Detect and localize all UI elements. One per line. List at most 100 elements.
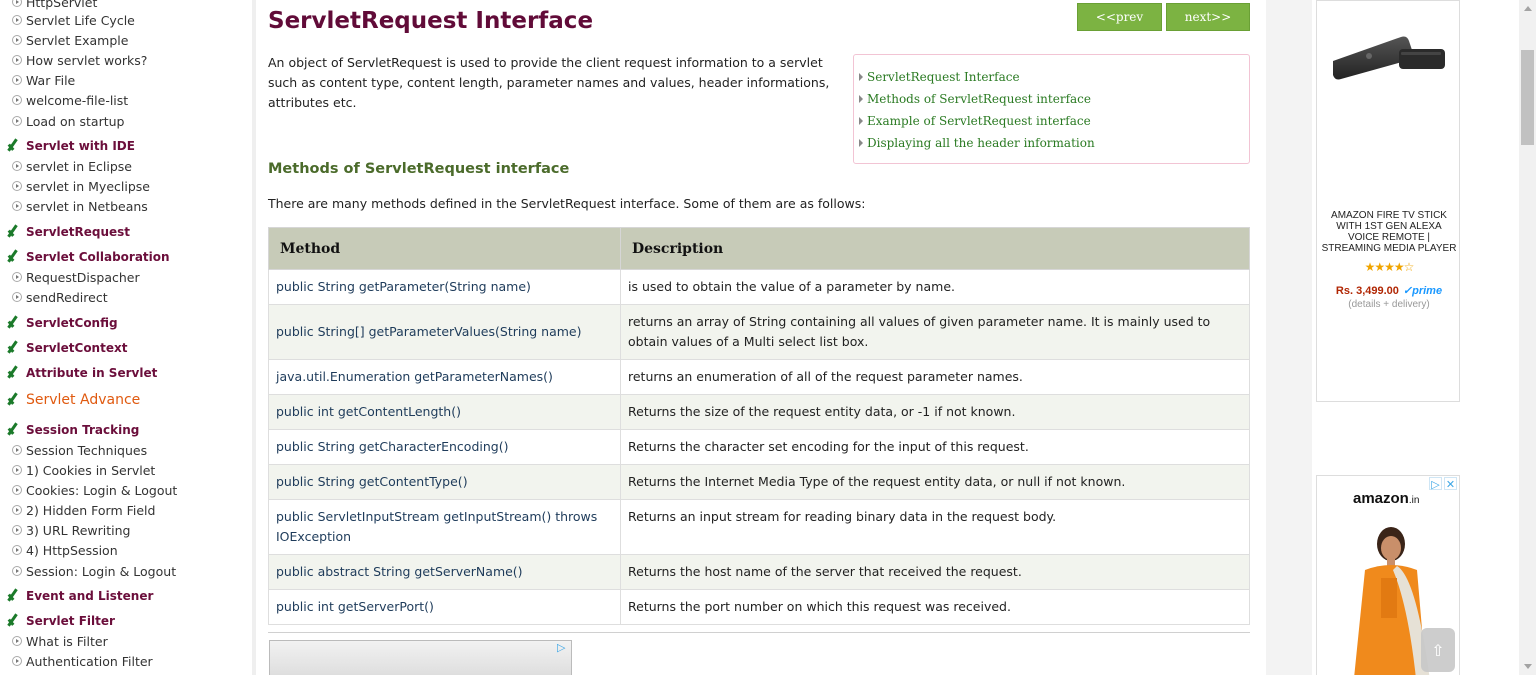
- sidebar-item-how-servlet-works[interactable]: How servlet works?: [12, 50, 147, 70]
- sidebar-item-servlet-with-ide[interactable]: Servlet with IDE: [5, 136, 135, 156]
- sidebar-item-label: Attribute in Servlet: [26, 366, 158, 380]
- sidebar-item-2-hidden-form-field[interactable]: 2) Hidden Form Field: [12, 500, 155, 520]
- sidebar-item-label: What is Filter: [26, 633, 108, 649]
- sidebar-item-servletrequest[interactable]: ServletRequest: [5, 222, 130, 242]
- ad-banner[interactable]: ▷: [269, 640, 572, 675]
- expand-bullet-icon: [12, 95, 22, 105]
- sidebar-item-servletcontext[interactable]: ServletContext: [5, 338, 127, 358]
- scrollbar[interactable]: [1519, 0, 1536, 675]
- price-row: Rs. 3,499.00 ✓prime: [1317, 284, 1461, 297]
- sidebar-item-servlet-collaboration[interactable]: Servlet Collaboration: [5, 247, 170, 267]
- sidebar-item-session-tracking[interactable]: Session Tracking: [5, 420, 139, 440]
- scroll-to-top-icon[interactable]: ⇧: [1421, 628, 1455, 672]
- close-icon[interactable]: ✕: [1444, 477, 1457, 491]
- sidebar-item-servlet-example[interactable]: Servlet Example: [12, 30, 128, 50]
- sidebar-item-label: sendRedirect: [26, 289, 108, 305]
- toc-item-label: ServletRequest Interface: [867, 70, 1020, 84]
- triangle-right-icon: [859, 95, 863, 103]
- amazon-logo-text: amazon: [1353, 490, 1409, 507]
- sidebar-item-requestdispacher[interactable]: RequestDispacher: [12, 267, 140, 287]
- expand-bullet-icon: [12, 566, 22, 576]
- triangle-right-icon: [859, 117, 863, 125]
- sidebar-item-label: War File: [26, 72, 76, 88]
- prime-badge: ✓prime: [1402, 285, 1443, 297]
- sidebar-item-label: Servlet Example: [26, 32, 129, 48]
- sidebar-item-label: ServletConfig: [26, 316, 118, 330]
- toc-item-label: Methods of ServletRequest interface: [867, 92, 1091, 106]
- divider: [268, 632, 1250, 633]
- checkmark-icon: [5, 368, 19, 378]
- sidebar-item-servlet-advance[interactable]: Servlet Advance: [5, 390, 140, 410]
- sidebar-item-session-techniques[interactable]: Session Techniques: [12, 440, 147, 460]
- sidebar-item-welcome-file-list[interactable]: welcome-file-list: [12, 90, 128, 110]
- sidebar-item-servlet-life-cycle[interactable]: Servlet Life Cycle: [12, 10, 135, 30]
- sidebar-item-label: Servlet with IDE: [26, 139, 135, 153]
- sidebar-item-label: Load on startup: [26, 113, 125, 129]
- section-heading: Methods of ServletRequest interface: [268, 161, 570, 177]
- sidebar-item-label: Servlet Advance: [26, 392, 141, 408]
- adchoices-icon[interactable]: ▷: [557, 642, 569, 654]
- sidebar-item-servlet-in-eclipse[interactable]: servlet in Eclipse: [12, 156, 132, 176]
- toc-item[interactable]: Example of ServletRequest interface: [854, 110, 1249, 132]
- scroll-down-arrow-icon[interactable]: [1519, 658, 1536, 675]
- sidebar-item-war-file[interactable]: War File: [12, 70, 75, 90]
- sidebar-item-4-httpsession[interactable]: 4) HttpSession: [12, 540, 118, 560]
- sidebar-item-1-cookies-in-servlet[interactable]: 1) Cookies in Servlet: [12, 460, 155, 480]
- expand-bullet-icon: [12, 35, 22, 45]
- column-header-method: Method: [268, 227, 621, 270]
- toc-item[interactable]: Methods of ServletRequest interface: [854, 88, 1249, 110]
- product-title[interactable]: AMAZON FIRE TV STICK WITH 1ST GEN ALEXA …: [1321, 210, 1457, 254]
- description-cell: Returns the host name of the server that…: [620, 554, 1250, 590]
- scroll-up-arrow-icon[interactable]: [1519, 0, 1536, 17]
- sidebar-item-what-is-filter[interactable]: What is Filter: [12, 631, 108, 651]
- prev-button[interactable]: <<prev: [1077, 3, 1162, 31]
- product-ad[interactable]: AMAZON FIRE TV STICK WITH 1ST GEN ALEXA …: [1316, 0, 1460, 402]
- sidebar-item-event-and-listener[interactable]: Event and Listener: [5, 586, 153, 606]
- sidebar-item-authentication-filter[interactable]: Authentication Filter: [12, 651, 153, 671]
- method-cell: public String getCharacterEncoding(): [268, 429, 621, 465]
- checkmark-icon: [5, 425, 19, 435]
- description-cell: is used to obtain the value of a paramet…: [620, 269, 1250, 305]
- table-header-row: Method Description: [268, 227, 1250, 270]
- description-cell: Returns the Internet Media Type of the r…: [620, 464, 1250, 500]
- sidebar-item-attribute-in-servlet[interactable]: Attribute in Servlet: [5, 363, 157, 383]
- sidebar-item-3-url-rewriting[interactable]: 3) URL Rewriting: [12, 520, 130, 540]
- column-header-description: Description: [620, 227, 1250, 270]
- scrollbar-thumb[interactable]: [1521, 50, 1534, 145]
- sidebar-item-label: Session Techniques: [26, 442, 148, 458]
- adchoices-icon[interactable]: ▷: [1429, 477, 1442, 491]
- sidebar-item-label: welcome-file-list: [26, 92, 129, 108]
- sidebar-item-session-login-logout[interactable]: Session: Login & Logout: [12, 561, 176, 581]
- sidebar-item-label: Servlet Filter: [26, 614, 115, 628]
- sidebar-item-label: Servlet Collaboration: [26, 250, 170, 264]
- triangle-right-icon: [859, 139, 863, 147]
- expand-bullet-icon: [12, 525, 22, 535]
- sidebar-item-load-on-startup[interactable]: Load on startup: [12, 111, 124, 131]
- sidebar-item-servletconfig[interactable]: ServletConfig: [5, 313, 118, 333]
- sidebar-item-cookies-login-logout[interactable]: Cookies: Login & Logout: [12, 480, 177, 500]
- sidebar-item-label: 2) Hidden Form Field: [26, 502, 156, 518]
- description-cell: Returns the size of the request entity d…: [620, 394, 1250, 430]
- checkmark-icon: [5, 395, 19, 405]
- checkmark-icon: [5, 343, 19, 353]
- expand-bullet-icon: [12, 0, 22, 7]
- sidebar: HttpServlet Servlet Life Cycle Servlet Exa…: [0, 0, 252, 675]
- sidebar-item-label: servlet in Eclipse: [26, 158, 132, 174]
- table-row: public String getCharacterEncoding() Retu…: [268, 429, 1250, 465]
- toc-item[interactable]: Displaying all the header information: [854, 132, 1249, 154]
- description-cell: returns an enumeration of all of the req…: [620, 359, 1250, 395]
- table-row: java.util.Enumeration getParameterNames(…: [268, 359, 1250, 395]
- sidebar-item-label: ServletRequest: [26, 225, 131, 239]
- toc-item[interactable]: ServletRequest Interface: [854, 66, 1249, 88]
- sidebar-item-sendredirect[interactable]: sendRedirect: [12, 287, 108, 307]
- table-row: public String getParameter(String name) i…: [268, 269, 1250, 305]
- sidebar-item-label: 1) Cookies in Servlet: [26, 462, 156, 478]
- sidebar-item-servlet-in-myeclipse[interactable]: servlet in Myeclipse: [12, 176, 150, 196]
- next-button[interactable]: next>>: [1166, 3, 1250, 31]
- sidebar-item-servlet-in-netbeans[interactable]: servlet in Netbeans: [12, 196, 148, 216]
- sidebar-item-servlet-filter[interactable]: Servlet Filter: [5, 611, 115, 631]
- table-row: public int getServerPort() Returns the po…: [268, 589, 1250, 625]
- expand-bullet-icon: [12, 55, 22, 65]
- expand-bullet-icon: [12, 445, 22, 455]
- method-cell: public int getContentLength(): [268, 394, 621, 430]
